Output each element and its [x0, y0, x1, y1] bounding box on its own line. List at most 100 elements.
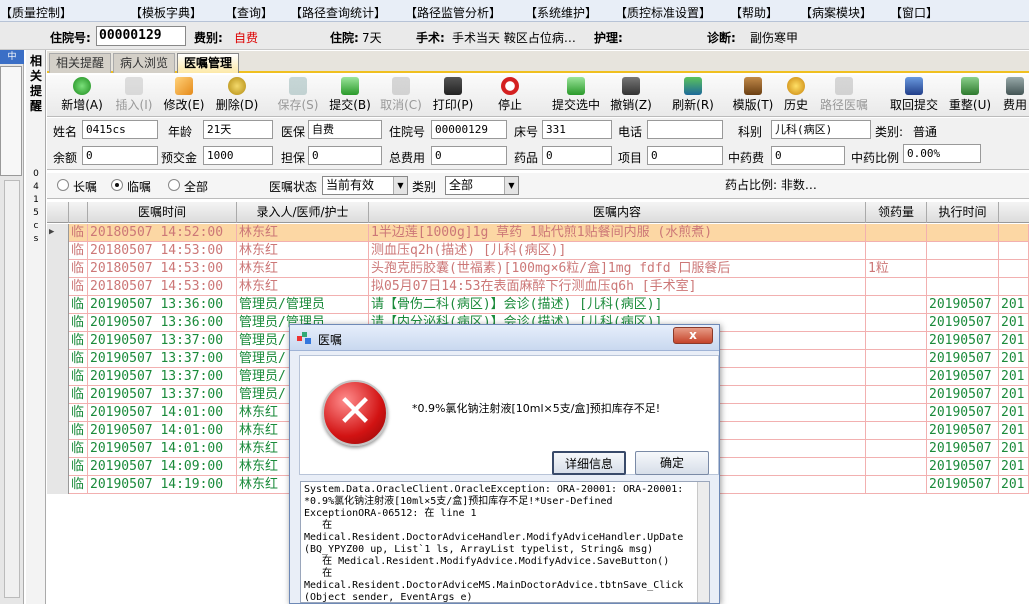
category-select[interactable]: 全部 ▼ — [445, 176, 519, 195]
ok-button[interactable]: 确定 — [635, 451, 709, 475]
balance-field: 0 — [82, 146, 158, 165]
cell-exec-time: 20190507 — [927, 476, 999, 494]
new-button[interactable]: 新增(A) — [57, 77, 107, 115]
diagnosis-value: 副伤寒甲 — [750, 31, 799, 45]
menu-template-dict[interactable]: 【模板字典】 — [130, 4, 202, 21]
stack-trace-text[interactable]: System.Data.OracleClient.OracleException… — [300, 481, 710, 603]
cell-exec-time: 20190507 — [927, 386, 999, 404]
menu-quality[interactable]: 【质量控制】 — [0, 4, 72, 21]
table-row[interactable]: ▶ 临 20180507 14:52:00 林东红 1半边莲[1000g]1g 草药 1… — [47, 224, 1029, 242]
cell-kind: 临 — [69, 368, 88, 386]
cell-entered-by: 管理员/管理员 — [237, 296, 369, 314]
tab-patient-browse[interactable]: 病人浏览 — [113, 53, 176, 73]
menu-sys[interactable]: 【系统维护】 — [525, 4, 597, 21]
row-indicator — [47, 422, 69, 440]
row-indicator — [47, 296, 69, 314]
book-icon — [744, 77, 762, 95]
history-button[interactable]: 历史 — [781, 77, 811, 115]
header-dispense-qty[interactable]: 领药量 — [866, 202, 927, 223]
admission-number-input[interactable]: 00000129 — [96, 26, 186, 46]
patient-header: 住院号: 00000129 费别: 自费 住院: 7天 手术: 手术当天 鞍区占… — [0, 22, 1029, 50]
cell-time: 20190507 13:37:00 — [88, 350, 237, 368]
details-button[interactable]: 详细信息 — [552, 451, 626, 475]
menu-record[interactable]: 【病案模块】 — [800, 4, 872, 21]
cell-exec-time — [927, 224, 999, 242]
close-button[interactable]: x — [673, 327, 713, 344]
cell-exec-time: 20190507 — [927, 332, 999, 350]
submit-selected-button[interactable]: 提交选中 — [549, 77, 603, 115]
menu-query[interactable]: 【查询】 — [225, 4, 273, 21]
undo-icon — [392, 77, 410, 95]
cell-entered-by: 林东红 — [237, 224, 369, 242]
tab-reminders[interactable]: 相关提醒 — [49, 53, 112, 73]
surgery-label: 手术: — [416, 31, 445, 45]
save-button[interactable]: 保存(S) — [275, 77, 321, 115]
tab-order-management[interactable]: 医嘱管理 — [177, 53, 240, 73]
stop-icon — [501, 77, 519, 95]
submit-button[interactable]: 提交(B) — [327, 77, 373, 115]
table-row[interactable]: 临 20190507 13:36:00 管理员/管理员 请【骨伤二科(病区)】会诊(描… — [47, 296, 1029, 314]
table-row[interactable]: 临 20180507 14:53:00 林东红 头孢克肟胶囊(世福素)[100mg×6… — [47, 260, 1029, 278]
guarantee-field: 0 — [308, 146, 382, 165]
header-time[interactable]: 医嘱时间 — [88, 202, 237, 223]
template-button[interactable]: 模版(T) — [731, 77, 775, 115]
edit-icon — [175, 77, 193, 95]
printer-icon — [444, 77, 462, 95]
tab-strip: 相关提醒 病人浏览 医嘱管理 — [47, 51, 1029, 73]
patient-info-panel: 姓名 0415cs 年龄 21天 医保 自费 住院号 00000129 床号 3… — [47, 118, 1029, 170]
header-content[interactable]: 医嘱内容 — [369, 202, 866, 223]
path-order-button[interactable]: 路径医嘱 — [817, 77, 871, 115]
cell-time: 20190507 13:36:00 — [88, 314, 237, 332]
cell-dispense-qty: 1粒 — [866, 260, 927, 278]
menu-help[interactable]: 【帮助】 — [730, 4, 778, 21]
row-indicator — [47, 404, 69, 422]
table-header: 医嘱时间 录入人/医师/护士 医嘱内容 领药量 执行时间 — [47, 202, 1029, 223]
prepay-label: 预交金 — [161, 151, 198, 165]
row-indicator — [47, 440, 69, 458]
radio-all[interactable] — [168, 179, 180, 191]
vertical-tab-codes: 0 4 1 5 c s — [33, 169, 39, 244]
cancel-button[interactable]: 取消(C) — [377, 77, 425, 115]
row-indicator — [47, 260, 69, 278]
cell-dispense-qty — [866, 296, 927, 314]
cell-content: 1半边莲[1000g]1g 草药 1贴代煎1贴餐间内服 (水煎煮) — [369, 224, 866, 242]
row-indicator — [47, 476, 69, 494]
menu-qc-std[interactable]: 【质控标准设置】 — [615, 4, 711, 21]
menu-path-analysis[interactable]: 【路径监管分析】 — [405, 4, 501, 21]
trace-scrollbar[interactable] — [697, 482, 709, 602]
print-button[interactable]: 打印(P) — [431, 77, 475, 115]
rearrange-button[interactable]: 重整(U) — [947, 77, 993, 115]
left-panel-scroll[interactable] — [4, 180, 20, 598]
age-label: 年龄 — [168, 125, 193, 139]
insert-button[interactable]: 插入(I) — [111, 77, 157, 115]
header-corner — [47, 202, 69, 223]
toolbar: 新增(A) 插入(I) 修改(E) 删除(D) 保存(S) 提交(B) 取消(C… — [47, 75, 1029, 117]
delete-button[interactable]: 删除(D) — [211, 77, 263, 115]
cell-extra: 201 — [999, 404, 1029, 422]
header-exec-time[interactable]: 执行时间 — [927, 202, 999, 223]
radio-temporary[interactable] — [111, 179, 123, 191]
modify-button[interactable]: 修改(E) — [160, 77, 208, 115]
recall-submit-button[interactable]: 取回提交 — [889, 77, 939, 115]
menu-path-stats[interactable]: 【路径查询统计】 — [290, 4, 386, 21]
cell-dispense-qty — [866, 368, 927, 386]
stop-button[interactable]: 停止 — [493, 77, 527, 115]
menu-window[interactable]: 【窗口】 — [890, 4, 938, 21]
status-select[interactable]: 当前有效 ▼ — [322, 176, 408, 195]
cell-extra: 201 — [999, 422, 1029, 440]
submit-icon — [341, 77, 359, 95]
radio-long-term[interactable] — [57, 179, 69, 191]
row-indicator — [47, 386, 69, 404]
fee-button[interactable]: 费用 — [1001, 77, 1029, 115]
fee-type-value: 自费 — [234, 31, 259, 45]
pin-icon[interactable]: 中 — [0, 50, 24, 64]
header-entered-by[interactable]: 录入人/医师/护士 — [237, 202, 369, 223]
table-row[interactable]: 临 20180507 14:53:00 林东红 测血压q2h(描述) [儿科(病区)] — [47, 242, 1029, 260]
refresh-button[interactable]: 刷新(R) — [671, 77, 715, 115]
vertical-tab-reminders[interactable]: 相关提醒 0 4 1 5 c s — [26, 50, 46, 604]
row-indicator — [47, 332, 69, 350]
withdraw-button[interactable]: 撤销(Z) — [609, 77, 653, 115]
cell-time: 20180507 14:53:00 — [88, 242, 237, 260]
name-label: 姓名 — [53, 125, 78, 139]
table-row[interactable]: 临 20180507 14:53:00 林东红 拟05月07日14:53在表面麻醉下行… — [47, 278, 1029, 296]
